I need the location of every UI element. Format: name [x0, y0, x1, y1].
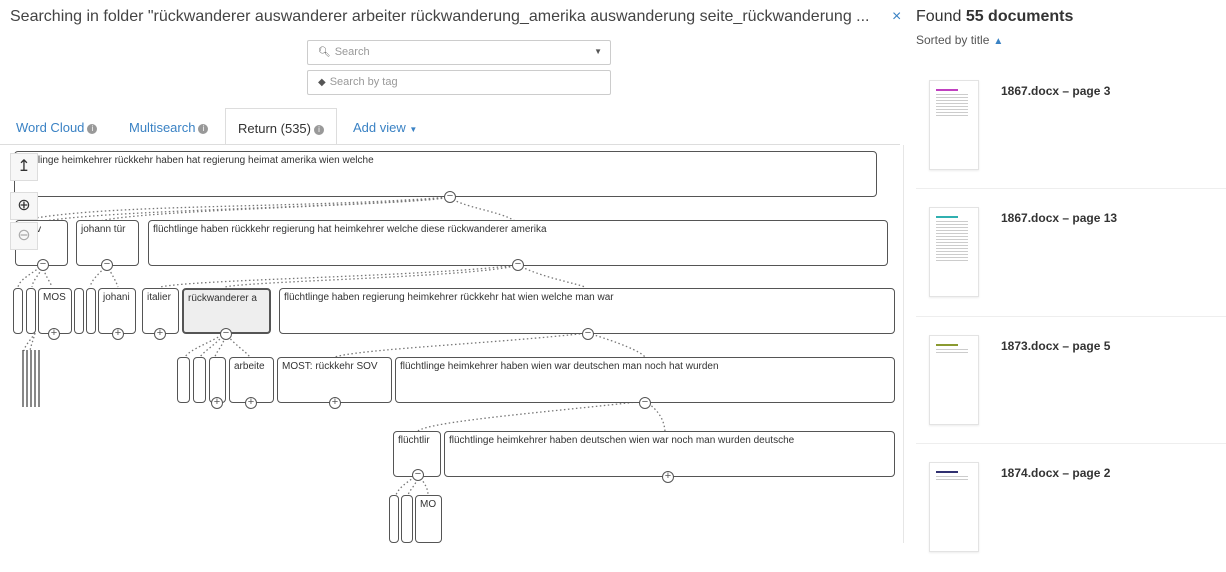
tree-node-collapsed[interactable] [26, 288, 36, 334]
arrow-up-icon[interactable]: ↥ [10, 153, 38, 181]
caret-down-icon: ▼ [409, 125, 418, 134]
tree-node-collapsed[interactable] [389, 495, 399, 543]
info-icon: i [313, 125, 324, 135]
thumbnail-text [936, 221, 968, 261]
node-label: johani [103, 292, 130, 303]
caret-down-icon[interactable]: ▼ [594, 47, 602, 56]
folder-search-title: Searching in folder "rückwanderer auswan… [10, 8, 870, 25]
tag-search-placeholder: Search by tag [329, 76, 398, 88]
document-results-list: 1867.docx – page 3 1867.docx – page 13 1… [916, 62, 1226, 552]
return-tree-view[interactable]: üchtlinge heimkehrer rückkehr haben hat … [0, 145, 904, 543]
tree-node[interactable]: MO [415, 495, 442, 543]
result-title[interactable]: 1874.docx – page 2 [1001, 466, 1110, 480]
node-label: üchtlinge heimkehrer rückkehr haben hat … [19, 155, 374, 166]
expand-toggle[interactable]: + [48, 328, 60, 340]
node-label: johann tür [81, 224, 126, 235]
collapse-toggle[interactable]: − [101, 259, 113, 271]
tree-node-collapsed[interactable] [193, 357, 206, 403]
result-card[interactable]: 1867.docx – page 13 [916, 188, 1226, 317]
tab-multisearch[interactable]: Multisearch i [129, 108, 209, 144]
node-label: flüchtlir [398, 435, 430, 446]
found-count: 55 documents [965, 8, 1074, 25]
sort-control[interactable]: Sorted by title ▲ [916, 33, 1003, 47]
tab-return[interactable]: Return (535) i [225, 108, 337, 144]
found-label: Found [916, 8, 966, 25]
tree-node-collapsed[interactable] [74, 288, 84, 334]
search-icon: 🔍︎ [318, 47, 331, 58]
thumbnail-text [936, 476, 968, 482]
tab-label: Multisearch [129, 120, 196, 135]
node-label: flüchtlinge heimkehrer haben wien war de… [400, 361, 719, 372]
search-input[interactable]: 🔍︎ Search ▼ [307, 40, 611, 65]
add-view-button[interactable]: Add view ▼ [353, 108, 417, 144]
collapse-toggle[interactable]: − [582, 328, 594, 340]
close-search-button[interactable]: × [892, 8, 901, 26]
expand-toggle[interactable]: + [662, 471, 674, 483]
expand-toggle[interactable]: + [154, 328, 166, 340]
expand-toggle[interactable]: + [329, 397, 341, 409]
collapse-toggle[interactable]: − [220, 328, 232, 340]
tag-search-input[interactable]: ◆ Search by tag [307, 70, 611, 95]
node-label: MOST: rückkehr SOV [282, 361, 378, 372]
zoom-in-icon[interactable]: ⊕ [10, 192, 38, 220]
node-label: rückwanderer a [188, 293, 257, 304]
node-label: MOS [43, 292, 66, 303]
result-title[interactable]: 1873.docx – page 5 [1001, 339, 1110, 353]
tree-connectors [17, 196, 666, 496]
node-label: flüchtlinge haben rückkehr regierung hat… [153, 224, 547, 235]
info-icon: i [87, 124, 98, 134]
thumbnail-text [936, 94, 968, 116]
collapse-toggle[interactable]: − [512, 259, 524, 271]
found-summary: Found 55 documents [916, 8, 1073, 26]
node-label: MO [420, 499, 437, 510]
caret-up-icon: ▲ [993, 36, 1004, 47]
expand-toggle[interactable]: + [245, 397, 257, 409]
tag-icon: ◆ [318, 77, 326, 88]
node-label: flüchtlinge haben regierung heimkehrer r… [284, 292, 614, 303]
expand-toggle[interactable]: + [112, 328, 124, 340]
collapse-toggle[interactable]: − [444, 191, 456, 203]
result-card[interactable]: 1873.docx – page 5 [916, 316, 1226, 445]
thumbnail-accent [936, 471, 958, 473]
tree-node-collapsed[interactable] [13, 288, 23, 334]
zoom-out-icon[interactable]: ⊖ [10, 222, 38, 250]
result-title[interactable]: 1867.docx – page 13 [1001, 211, 1117, 225]
tab-label: Return (535) [238, 121, 311, 136]
thumbnail-accent [936, 344, 958, 346]
add-view-label: Add view [353, 120, 406, 135]
document-thumbnail[interactable] [929, 462, 979, 552]
tree-node-collapsed[interactable] [177, 357, 190, 403]
sort-label: Sorted by title [916, 33, 990, 47]
collapse-toggle[interactable]: − [412, 469, 424, 481]
search-placeholder: Search [334, 46, 370, 58]
tab-word-cloud[interactable]: Word Cloud i [16, 108, 98, 144]
tab-label: Word Cloud [16, 120, 85, 135]
document-thumbnail[interactable] [929, 80, 979, 170]
document-thumbnail[interactable] [929, 207, 979, 297]
expand-toggle[interactable]: + [211, 397, 223, 409]
thumbnail-text [936, 349, 968, 355]
collapse-toggle[interactable]: − [37, 259, 49, 271]
node-label: flüchtlinge heimkehrer haben deutschen w… [449, 435, 795, 446]
tree-node-root[interactable]: üchtlinge heimkehrer rückkehr haben hat … [14, 151, 877, 197]
node-label: italier [147, 292, 171, 303]
info-icon: i [198, 124, 209, 134]
node-label: arbeite [234, 361, 265, 372]
thumbnail-accent [936, 89, 958, 91]
tree-node-collapsed[interactable] [401, 495, 413, 543]
tree-node-collapsed[interactable] [86, 288, 96, 334]
collapse-toggle[interactable]: − [639, 397, 651, 409]
result-card[interactable]: 1867.docx – page 3 [916, 62, 1226, 190]
thumbnail-accent [936, 216, 958, 218]
result-title[interactable]: 1867.docx – page 3 [1001, 84, 1110, 98]
result-card[interactable]: 1874.docx – page 2 [916, 443, 1226, 572]
document-thumbnail[interactable] [929, 335, 979, 425]
